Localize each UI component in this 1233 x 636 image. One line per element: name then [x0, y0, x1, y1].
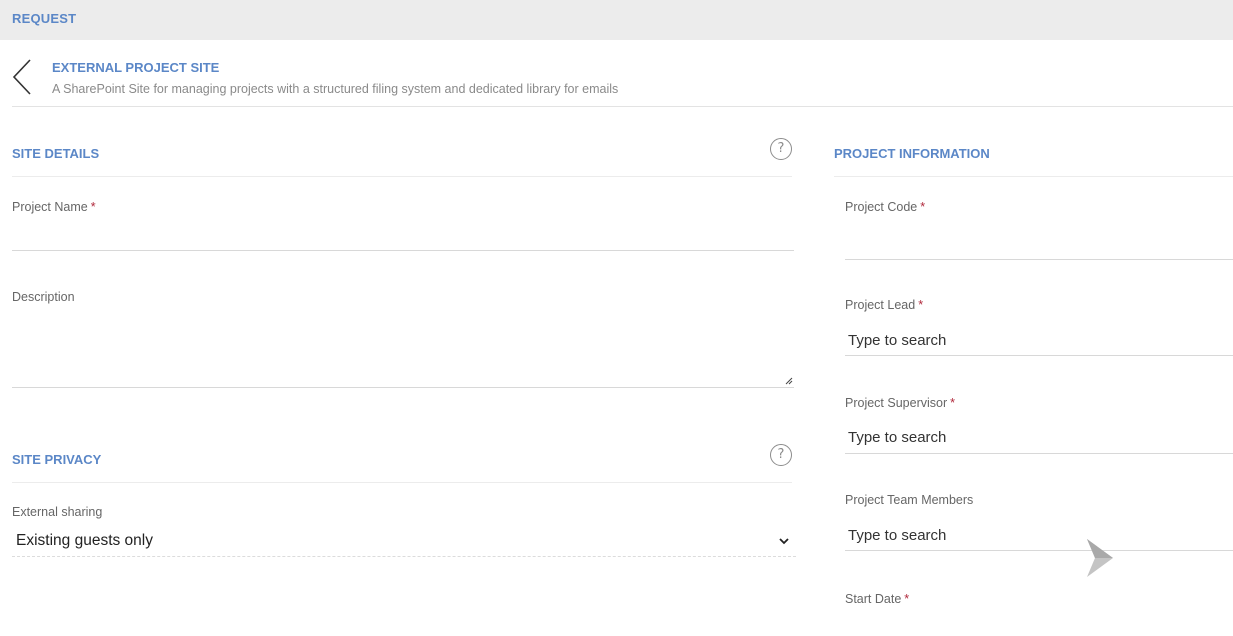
description-underline [12, 387, 794, 388]
project-information-divider [834, 176, 1233, 177]
top-bar: REQUEST [0, 0, 1233, 40]
chevron-down-icon [779, 538, 789, 545]
resize-grip-icon[interactable] [785, 377, 793, 385]
start-date-label: Start Date * [845, 592, 910, 606]
project-code-label: Project Code * [845, 200, 926, 214]
site-details-divider [12, 176, 792, 177]
external-sharing-select[interactable]: Existing guests only [12, 526, 796, 556]
page-subtitle: A SharePoint Site for managing projects … [52, 82, 619, 96]
external-sharing-label: External sharing [12, 505, 103, 519]
project-name-label: Project Name * [12, 200, 96, 214]
project-lead-search-input[interactable] [848, 328, 1233, 352]
header-divider [12, 106, 1233, 107]
top-bar-title: REQUEST [12, 11, 77, 26]
project-supervisor-search-input[interactable] [848, 425, 1233, 449]
project-code-underline [845, 259, 1233, 260]
site-privacy-help-icon[interactable]: ? [770, 444, 792, 466]
diamond-arrow-icon [1087, 539, 1113, 577]
project-team-members-label: Project Team Members [845, 493, 974, 507]
site-details-help-icon[interactable]: ? [770, 138, 792, 160]
page-title: EXTERNAL PROJECT SITE [52, 60, 220, 75]
description-textarea[interactable] [12, 312, 794, 386]
back-button[interactable] [10, 58, 36, 96]
project-information-title: PROJECT INFORMATION [834, 146, 990, 161]
external-sharing-underline [12, 556, 796, 557]
project-team-members-search-input[interactable] [848, 523, 1233, 547]
project-supervisor-underline [845, 453, 1233, 454]
description-label: Description [12, 290, 75, 304]
external-sharing-value: Existing guests only [16, 532, 153, 549]
project-team-members-underline [845, 550, 1233, 551]
project-lead-label: Project Lead * [845, 298, 924, 312]
page-header: EXTERNAL PROJECT SITE A SharePoint Site … [0, 40, 1233, 106]
project-lead-underline [845, 355, 1233, 356]
project-supervisor-label: Project Supervisor * [845, 396, 955, 410]
chevron-left-icon [12, 59, 31, 95]
site-privacy-divider [12, 482, 792, 483]
site-privacy-title: SITE PRIVACY [12, 452, 102, 467]
project-name-underline [12, 250, 794, 251]
site-details-title: SITE DETAILS [12, 146, 100, 161]
project-name-input[interactable] [12, 222, 792, 248]
project-code-input[interactable] [845, 228, 1233, 256]
